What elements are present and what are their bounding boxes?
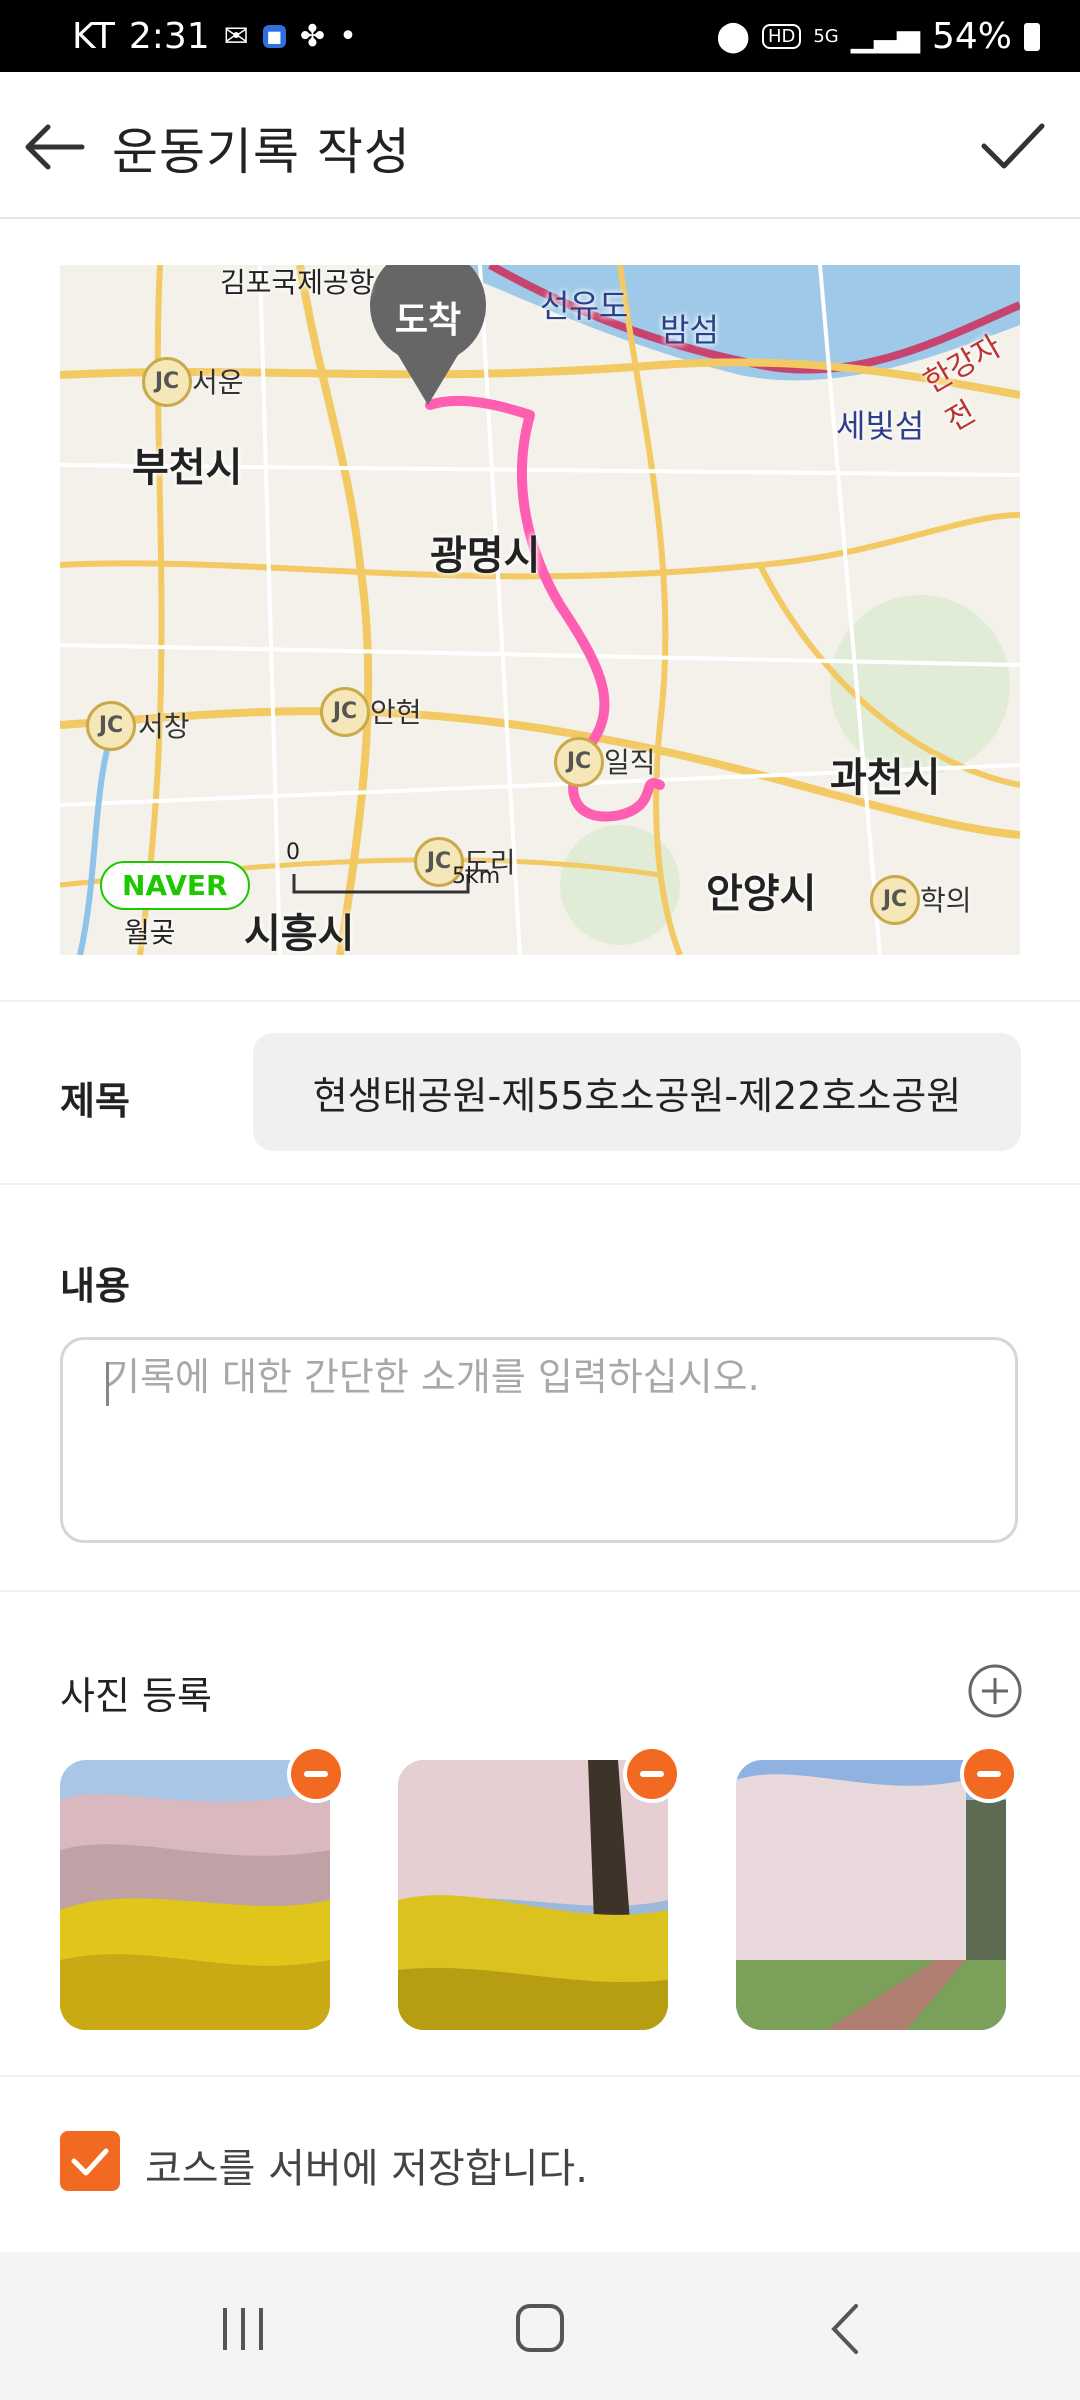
signal-icon: ▁▃▅ <box>850 18 920 54</box>
title-label: 제목 <box>60 1079 130 1123</box>
photo-thumbnail-3[interactable] <box>736 1760 1006 2030</box>
junction-seoun: 서운 <box>192 366 244 399</box>
junction-icon: JC <box>320 687 370 737</box>
back-arrow-icon[interactable] <box>20 112 90 182</box>
save-course-checkbox[interactable] <box>60 2131 120 2191</box>
arrival-marker: 도착 <box>368 265 488 415</box>
hd-icon: HD <box>761 24 802 49</box>
map-place-bamseom: 밤섬 <box>660 311 719 349</box>
add-photo-icon[interactable] <box>966 1662 1024 1720</box>
dot-icon: • <box>339 18 357 54</box>
battery-icon <box>1024 22 1040 51</box>
text-cursor <box>106 1362 109 1406</box>
save-course-label: 코스를 서버에 저장합니다. <box>145 2146 588 2192</box>
map-city-bucheon: 부천시 <box>132 445 243 491</box>
junction-icon: JC <box>86 701 136 751</box>
divider <box>0 2075 1080 2077</box>
naver-logo: NAVER <box>100 861 250 910</box>
photo-thumbnail-2[interactable] <box>398 1760 668 2030</box>
clock: 2:31 <box>128 16 210 57</box>
network-icon: 5G <box>813 26 839 47</box>
page-title: 운동기록 작성 <box>112 123 411 181</box>
battery-level: 54% <box>931 16 1012 57</box>
map-place-gimpo: 김포국제공항 <box>220 266 375 299</box>
remove-photo-2-button[interactable] <box>623 1745 681 1803</box>
title-field[interactable]: 현생태공원-제55호소공원-제22호소공원 <box>253 1033 1021 1151</box>
scale-end: 5km <box>452 864 501 889</box>
junction-iljik: 일직 <box>604 746 656 779</box>
app-bar: 운동기록 작성 <box>0 72 1080 219</box>
fan-icon: ✤ <box>299 18 326 54</box>
remove-photo-3-button[interactable] <box>960 1745 1018 1803</box>
content-label: 내용 <box>60 1264 130 1308</box>
map-scale: 0 5km <box>286 840 500 904</box>
confirm-check-icon[interactable] <box>974 108 1050 184</box>
junction-icon: JC <box>554 737 604 787</box>
checkmark-icon <box>71 2148 109 2176</box>
route-map[interactable]: 도착 김포국제공항 선유도 밤섬 세빛섬 한강자전 부천시 광명시 과천시 안양… <box>60 265 1020 955</box>
divider <box>0 1590 1080 1592</box>
recent-apps-icon[interactable] <box>203 2294 283 2364</box>
scale-bar-icon <box>292 874 470 894</box>
nav-back-icon[interactable] <box>808 2294 888 2364</box>
map-place-seonyudo: 선유도 <box>540 287 629 325</box>
scale-start: 0 <box>286 840 300 865</box>
content-input[interactable] <box>103 1354 967 1400</box>
photo-thumbnail-1[interactable] <box>60 1760 330 2030</box>
map-city-anyang: 안양시 <box>706 871 817 917</box>
home-icon[interactable] <box>500 2294 580 2364</box>
photo-section-label: 사진 등록 <box>60 1674 212 1718</box>
junction-icon: JC <box>142 357 192 407</box>
divider <box>0 1000 1080 1002</box>
location-icon: ⬤ <box>716 18 750 54</box>
blossom-photo-image <box>60 1760 330 2030</box>
content-box[interactable] <box>60 1337 1018 1543</box>
junction-hagui: 학의 <box>920 884 972 917</box>
blossom-photo-image <box>736 1760 1006 2030</box>
map-city-gwangmyeong: 광명시 <box>430 533 541 579</box>
map-place-sebitseom: 세빛섬 <box>836 407 925 445</box>
status-bar: KT 2:31 ✉ ■ ✤ • ⬤ HD 5G ▁▃▅ 54% <box>0 0 1080 72</box>
remove-photo-1-button[interactable] <box>287 1745 345 1803</box>
blossom-photo-image <box>398 1760 668 2030</box>
junction-anhyeon: 안현 <box>370 696 422 729</box>
mail-icon: ✉ <box>223 18 249 54</box>
junction-seochang: 서창 <box>138 710 190 743</box>
arrival-label: 도착 <box>394 300 462 341</box>
carrier-label: KT <box>72 16 115 57</box>
app-notification-icon: ■ <box>262 25 286 48</box>
title-value: 현생태공원-제55호소공원-제22호소공원 <box>312 1073 962 1118</box>
divider <box>0 1183 1080 1185</box>
system-nav-bar <box>0 2252 1080 2400</box>
map-city-gwacheon: 과천시 <box>830 755 941 801</box>
map-place-wolgot: 월곶 <box>124 916 176 949</box>
map-city-siheung: 시흥시 <box>244 911 355 955</box>
junction-icon: JC <box>870 875 920 925</box>
